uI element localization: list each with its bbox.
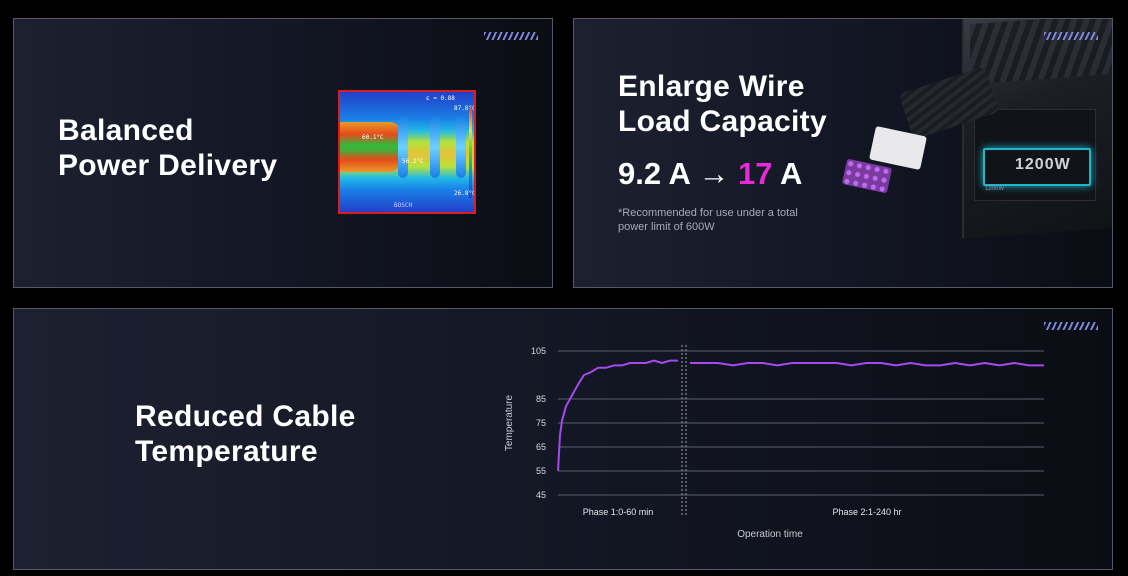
thermal-brand: BOSCH	[394, 202, 413, 209]
y-tick-label: 65	[536, 442, 546, 452]
to-unit: A	[780, 156, 803, 191]
thermal-color-scale	[469, 108, 472, 198]
y-tick-label: 105	[531, 346, 546, 356]
y-tick-label: 75	[536, 418, 546, 428]
thermal-min-temp: 26.8°C	[454, 190, 476, 197]
chart-series	[557, 359, 1044, 472]
title-line-1: Enlarge Wire	[618, 70, 805, 103]
note-line-1: *Recommended for use under a total	[618, 207, 798, 219]
thermal-hotspot	[340, 122, 400, 172]
chart-grid	[558, 350, 1044, 496]
title-line-2: Power Delivery	[58, 149, 278, 182]
panel-title: Balanced Power Delivery	[58, 113, 277, 183]
y-tick-label: 85	[536, 394, 546, 404]
panel-title: Enlarge Wire Load Capacity	[618, 69, 827, 139]
thermal-image: ε = 0.88 87.8°C 60.1°C 56.2°C 26.8°C BOS…	[338, 90, 476, 214]
panel-title: Reduced Cable Temperature	[135, 399, 356, 469]
y-tick-label: 55	[536, 466, 546, 476]
phase-label: Phase 1:0-60 min	[583, 507, 654, 517]
to-value: 17	[738, 156, 773, 191]
recommendation-note: *Recommended for use under a total power…	[618, 206, 798, 234]
decorative-stripes	[1044, 32, 1098, 40]
psu-front-panel: 1200W 1200W	[974, 109, 1096, 201]
temperature-chart: 45 55 65 75 85 105 Temperature Operation time…	[504, 345, 1044, 540]
title-line-1: Reduced Cable	[135, 400, 356, 433]
thermal-connector-ring	[456, 116, 466, 178]
title-line-1: Balanced	[58, 114, 194, 147]
current-rating: 9.2 A → 17 A	[618, 156, 802, 192]
title-line-2: Temperature	[135, 435, 318, 468]
thermal-connector-ring	[398, 116, 408, 178]
psu-sublabel: 1200W	[985, 186, 1005, 192]
phase-label: Phase 2:1-240 hr	[832, 507, 901, 517]
thermal-spot-2: 56.2°C	[402, 158, 424, 165]
balanced-power-panel: Balanced Power Delivery ε = 0.88 87.8°C …	[13, 18, 553, 288]
x-axis-label: Operation time	[737, 529, 803, 540]
series-line-phase-1	[557, 359, 678, 472]
y-axis-label: Temperature	[504, 394, 515, 451]
chart-y-ticks: 45 55 65 75 85 105	[531, 346, 546, 500]
psu-wattage-label: 1200W	[1015, 156, 1071, 173]
wire-capacity-panel: 1200W 1200W Enlarge Wire Load Capacity 9…	[573, 18, 1113, 288]
decorative-stripes	[484, 32, 538, 40]
title-line-2: Load Capacity	[618, 105, 827, 138]
thermal-connector-ring	[430, 116, 440, 178]
phase-labels: Phase 1:0-60 min Phase 2:1-240 hr	[583, 507, 902, 517]
connector-pins-image	[841, 158, 893, 194]
arrow-icon: →	[698, 156, 730, 191]
y-tick-label: 45	[536, 490, 546, 500]
decorative-stripes	[1044, 322, 1098, 330]
from-value: 9.2 A	[618, 156, 690, 191]
series-line-phase-2	[690, 362, 1044, 367]
thermal-emissivity: ε = 0.88	[426, 95, 455, 102]
thermal-spot-1: 60.1°C	[362, 134, 384, 141]
note-line-2: power limit of 600W	[618, 221, 715, 233]
cable-temperature-panel: Reduced Cable Temperature 45 55 65 75 85 105 …	[13, 308, 1113, 570]
thermal-max-temp: 87.8°C	[454, 105, 476, 112]
